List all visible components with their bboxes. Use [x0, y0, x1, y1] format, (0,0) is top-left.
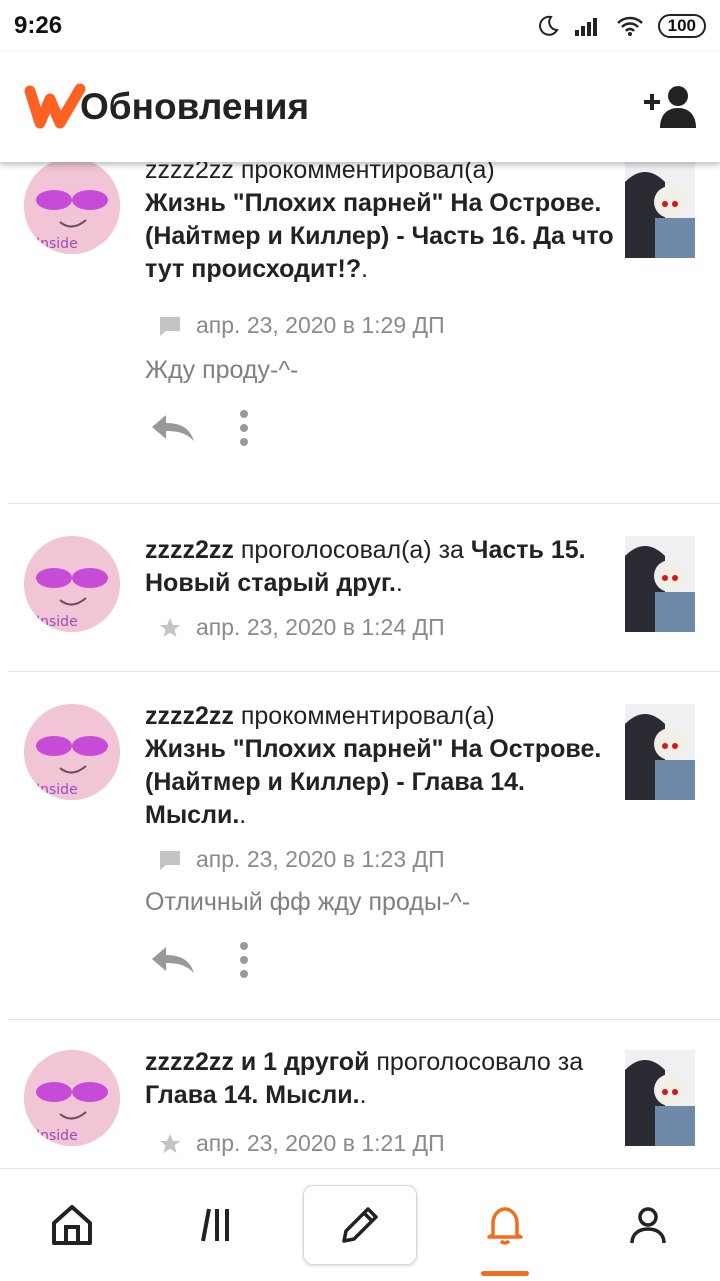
notification-action: прокомментировал(а) — [233, 702, 495, 730]
notification-text: zzzz2zz проголосовал(а) за Часть 15. Нов… — [145, 534, 615, 600]
nav-profile[interactable] — [592, 1186, 704, 1264]
more-options-icon[interactable] — [238, 410, 250, 446]
bell-icon — [486, 1207, 523, 1245]
pencil-icon — [342, 1207, 378, 1243]
notification-time: апр. 23, 2020 в 1:23 ДП — [196, 846, 445, 872]
svg-text:Inside: Inside — [36, 614, 78, 630]
story-title[interactable]: Жизнь "Плохих парней" На Острове. (Найтм… — [145, 735, 601, 829]
profile-icon — [630, 1207, 666, 1244]
do-not-disturb-moon-icon — [538, 15, 559, 36]
notification-meta: апр. 23, 2020 в 1:29 ДП — [158, 312, 445, 339]
notification-meta: апр. 23, 2020 в 1:24 ДП — [158, 614, 445, 641]
story-title-suffix: . — [395, 569, 403, 597]
notification-meta: апр. 23, 2020 в 1:21 ДП — [158, 1130, 445, 1157]
notification-action: прокомментировал(а) — [233, 162, 495, 184]
more-options-icon[interactable] — [238, 942, 250, 978]
notification-meta: апр. 23, 2020 в 1:23 ДП — [158, 846, 445, 873]
svg-text:Inside: Inside — [36, 1128, 78, 1144]
battery-indicator: 100 — [657, 14, 706, 38]
story-title[interactable]: Глава 14. Мысли. — [145, 1081, 360, 1109]
add-friend-icon[interactable] — [644, 84, 698, 128]
notification-text: zzzz2zz и 1 другой проголосовало за Глав… — [145, 1046, 615, 1112]
notification-username[interactable]: zzzz2zz — [145, 702, 234, 730]
svg-text:Inside: Inside — [36, 782, 78, 798]
svg-text:Inside: Inside — [36, 236, 78, 252]
user-avatar[interactable]: Inside — [24, 1050, 120, 1146]
story-cover-thumbnail[interactable] — [625, 536, 695, 632]
notification-feed[interactable]: Inside zzzz2zz прокомментировал(а) Жизнь… — [0, 162, 720, 1168]
status-icons: 100 — [536, 14, 706, 38]
signal-icon — [574, 18, 597, 36]
notification-time: апр. 23, 2020 в 1:29 ДП — [196, 312, 445, 338]
notification-item[interactable]: Inside zzzz2zz и 1 другой проголосовало … — [8, 1020, 720, 1168]
comment-icon — [160, 316, 180, 336]
story-cover-thumbnail[interactable] — [625, 704, 695, 800]
wattpad-logo-icon[interactable] — [24, 83, 88, 131]
story-title-suffix: . — [361, 255, 369, 283]
comment-text: Жду проду-^- — [145, 356, 299, 384]
story-title[interactable]: Жизнь "Плохих парней" На Острове. (Найтм… — [145, 189, 614, 283]
comment-actions — [150, 410, 250, 446]
notification-item[interactable]: Inside zzzz2zz прокомментировал(а) Жизнь… — [8, 672, 720, 1020]
status-bar: 9:26 100 — [0, 0, 720, 52]
nav-home[interactable] — [16, 1186, 128, 1264]
comment-actions — [150, 942, 250, 978]
notification-text: zzzz2zz прокомментировал(а) Жизнь "Плохи… — [145, 162, 615, 286]
active-tab-indicator — [480, 1271, 529, 1276]
story-title-suffix: . — [359, 1081, 367, 1109]
notification-item[interactable]: Inside zzzz2zz проголосовал(а) за Часть … — [8, 504, 720, 672]
notification-username[interactable]: zzzz2zz и 1 другой — [145, 1048, 369, 1076]
page-title: Обновления — [80, 86, 310, 127]
star-icon — [160, 617, 180, 637]
nav-library[interactable] — [159, 1186, 271, 1264]
home-icon — [51, 1205, 92, 1245]
notification-time: апр. 23, 2020 в 1:24 ДП — [196, 614, 445, 640]
status-time: 9:26 — [14, 12, 63, 39]
notification-item[interactable]: Inside zzzz2zz прокомментировал(а) Жизнь… — [8, 162, 720, 504]
user-avatar[interactable]: Inside — [24, 536, 120, 632]
nav-notifications[interactable] — [449, 1186, 561, 1276]
story-title-suffix: . — [239, 801, 247, 829]
reply-icon[interactable] — [150, 413, 196, 443]
nav-write[interactable] — [302, 1185, 417, 1265]
notification-username[interactable]: zzzz2zz — [145, 162, 234, 184]
user-avatar[interactable]: Inside — [24, 704, 120, 800]
comment-text: Отличный фф жду проды-^- — [145, 888, 471, 916]
notification-username[interactable]: zzzz2zz — [145, 536, 234, 564]
reply-icon[interactable] — [150, 945, 196, 975]
app-bar: Обновления — [0, 52, 720, 162]
notification-time: апр. 23, 2020 в 1:21 ДП — [196, 1130, 445, 1156]
library-icon — [201, 1208, 230, 1242]
notification-action: проголосовало за — [369, 1048, 584, 1076]
star-icon — [160, 1133, 180, 1153]
user-avatar[interactable]: Inside — [24, 162, 120, 254]
story-cover-thumbnail[interactable] — [625, 162, 695, 258]
story-cover-thumbnail[interactable] — [625, 1050, 695, 1146]
bottom-navigation — [0, 1168, 720, 1281]
notification-text: zzzz2zz прокомментировал(а) Жизнь "Плохи… — [145, 700, 615, 832]
comment-icon — [160, 850, 180, 870]
notification-action: проголосовал(а) за — [233, 536, 471, 564]
wifi-icon — [616, 16, 643, 36]
